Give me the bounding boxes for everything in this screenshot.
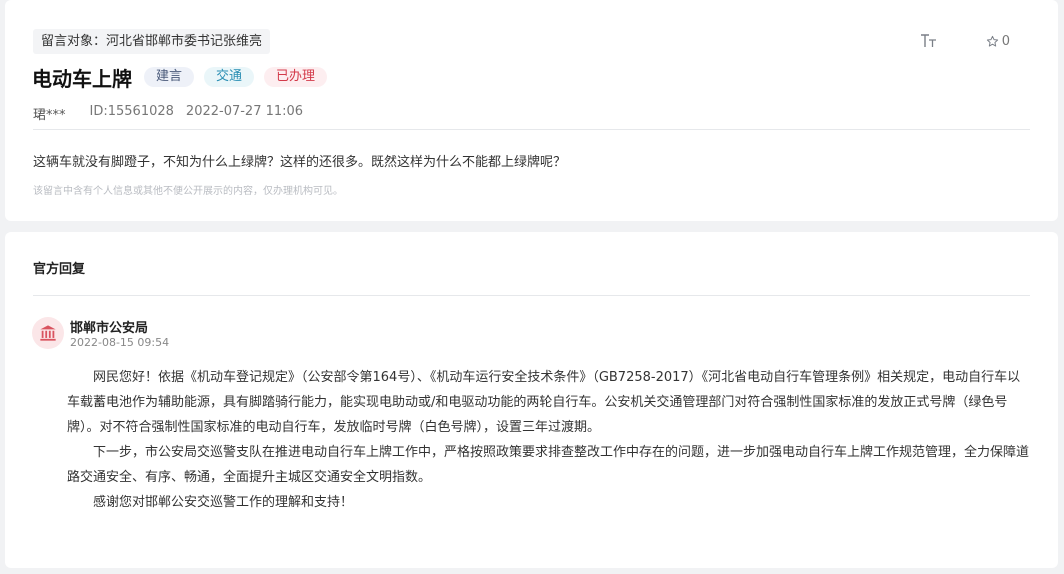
favorite-count: 0: [1001, 33, 1010, 49]
reply-heading: 官方回复: [33, 262, 86, 277]
star-outline-icon: [986, 35, 998, 47]
reply-paragraph: 下一步，市公安局交巡警支队在推进电动自行车上牌工作中，严格按照政策要求排查整改工…: [67, 445, 1030, 485]
page-title: 电动车上牌: [32, 66, 132, 91]
author-name: 珺***: [33, 108, 66, 123]
reply-paragraph: 网民您好！依据《机动车登记规定》（公安部令第164号）、《机动车运行安全技术条件…: [67, 370, 1021, 435]
reply-time: 2022-08-15 09:54: [70, 336, 170, 349]
tag-suggestion: 建言: [144, 67, 195, 87]
reply-body: 网民您好！依据《机动车登记规定》（公安部令第164号）、《机动车运行安全技术条件…: [67, 365, 1033, 515]
message-meta: 珺*** ID:15561028 2022-07-27 11:06: [33, 104, 303, 123]
status-badge: 已办理: [264, 67, 328, 87]
reply-org-name[interactable]: 邯郸市公安局: [70, 317, 148, 336]
message-tools: 0: [920, 33, 1010, 49]
message-time: 2022-07-27 11:06: [185, 104, 304, 119]
reply-paragraph: 感谢您对邯郸公安交巡警工作的理解和支持！: [93, 495, 354, 510]
tag-traffic: 交通: [204, 67, 255, 87]
government-building-icon: [40, 325, 56, 341]
divider: [33, 129, 1030, 130]
privacy-notice: 该留言中含有个人信息或其他不便公开展示的内容，仅办理机构可见。: [33, 186, 343, 197]
message-target[interactable]: 留言对象：河北省邯郸市委书记张维亮: [33, 29, 271, 54]
message-card: 留言对象：河北省邯郸市委书记张维亮 电动车上牌 建言 交通 已办理 0 珺***…: [5, 0, 1058, 221]
title-row: 电动车上牌 建言 交通 已办理: [32, 62, 337, 92]
divider: [33, 295, 1030, 296]
message-id: ID:15561028: [89, 104, 174, 119]
message-content: 这辆车就没有脚蹬子，不知为什么上绿牌？这样的还很多。既然这样为什么不能都上绿牌呢…: [33, 155, 567, 170]
favorite-button[interactable]: 0: [986, 34, 1010, 49]
official-reply-card: 官方回复 邯郸市公安局 2022-08-15 09:54 网民您好！依据《机动车…: [5, 232, 1058, 568]
avatar: [32, 317, 64, 349]
font-size-icon[interactable]: [920, 33, 938, 49]
